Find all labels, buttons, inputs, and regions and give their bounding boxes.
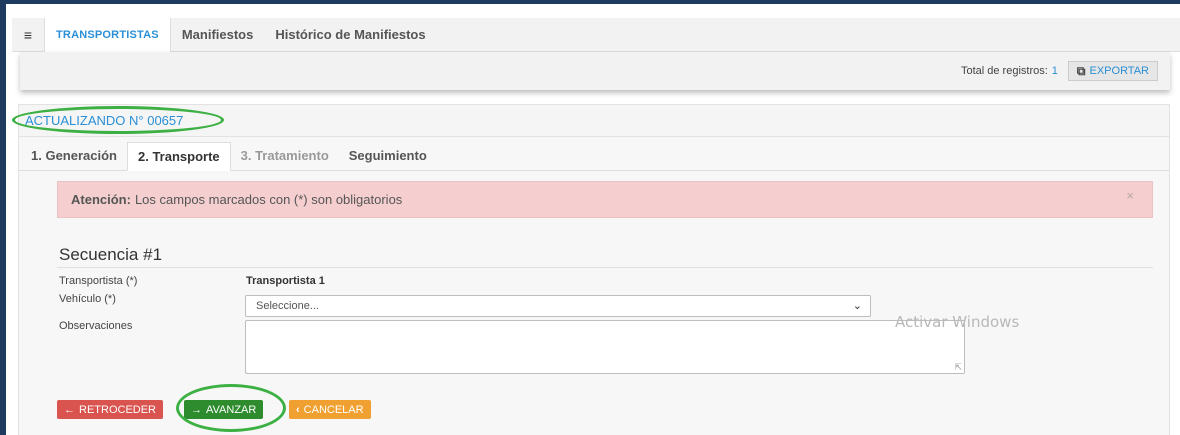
close-icon[interactable]: × [1126, 188, 1134, 203]
export-button-label: EXPORTAR [1089, 65, 1150, 77]
window-frame-left [0, 0, 6, 435]
hamburger-menu-icon[interactable]: ≡ [12, 27, 44, 43]
export-button[interactable]: ⧉ EXPORTAR [1067, 61, 1158, 81]
arrow-right-icon: → [191, 403, 202, 416]
records-total-count[interactable]: 1 [1052, 65, 1058, 77]
vehicle-select-value: Seleccione... [256, 300, 319, 312]
next-button-label: AVANZAR [206, 403, 257, 416]
cancel-button[interactable]: ‹ CANCELAR [289, 400, 371, 419]
chevron-left-icon: ‹ [296, 403, 300, 416]
windows-activation-watermark: Activar Windows [895, 313, 1020, 331]
arrow-left-icon: ← [64, 403, 75, 416]
alert-strong-text: Atención: [71, 192, 131, 207]
nav-tab-transportistas[interactable]: TRANSPORTISTAS [44, 17, 171, 52]
tab-generacion[interactable]: 1. Generación [21, 141, 127, 170]
export-icon: ⧉ [1076, 63, 1086, 78]
manifest-panel: ACTUALIZANDO N° 00657 1. Generación 2. T… [18, 104, 1170, 435]
window-frame-top [0, 0, 1180, 4]
tab-transporte[interactable]: 2. Transporte [126, 142, 231, 171]
records-total-label: Total de registros: [960, 65, 1048, 77]
sequence-divider [57, 267, 1153, 268]
notes-label: Observaciones [59, 320, 133, 332]
nav-tab-historico[interactable]: Histórico de Manifiestos [264, 18, 436, 52]
vehicle-label: Vehículo (*) [59, 293, 116, 305]
sequence-title: Secuencia #1 [59, 245, 163, 264]
panel-heading: ACTUALIZANDO N° 00657 [19, 105, 1169, 137]
tab-tratamiento[interactable]: 3. Tratamiento [231, 141, 339, 170]
resize-grip-icon[interactable]: ⇱ [954, 363, 962, 372]
required-fields-alert: Atención: Los campos marcados con (*) so… [57, 181, 1153, 218]
step-tabs: 1. Generación 2. Transporte 3. Tratamien… [19, 141, 1169, 171]
nav-tab-manifiestos[interactable]: Manifiestos [171, 18, 265, 52]
vehicle-select[interactable]: Seleccione... ⌄ [245, 295, 871, 317]
top-nav: ≡ TRANSPORTISTAS Manifiestos Histórico d… [12, 17, 1180, 52]
chevron-down-icon: ⌄ [852, 300, 862, 312]
tab-seguimiento[interactable]: Seguimiento [339, 141, 437, 170]
records-toolbar: Total de registros: 1 ⧉ EXPORTAR [20, 52, 1170, 90]
next-button[interactable]: → AVANZAR [184, 400, 264, 419]
carrier-label: Transportista (*) [59, 275, 138, 287]
tab-content-transporte: Atención: Los campos marcados con (*) so… [19, 171, 1169, 435]
carrier-value: Transportista 1 [246, 275, 325, 287]
back-button-label: RETROCEDER [79, 403, 157, 416]
alert-text: Los campos marcados con (*) son obligato… [134, 192, 403, 207]
page-title: ACTUALIZANDO N° 00657 [25, 113, 184, 128]
back-button[interactable]: ← RETROCEDER [57, 400, 164, 419]
notes-textarea[interactable]: ⇱ [245, 320, 965, 374]
cancel-button-label: CANCELAR [303, 403, 364, 416]
